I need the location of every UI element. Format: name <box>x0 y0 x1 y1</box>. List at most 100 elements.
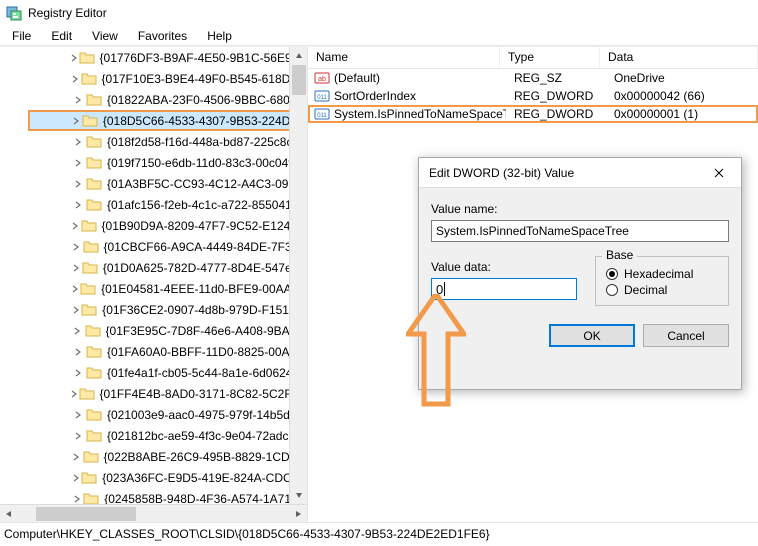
list-row[interactable]: ab(Default)REG_SZOneDrive <box>308 69 758 87</box>
list-row[interactable]: 011System.IsPinnedToNameSpaceTreeREG_DWO… <box>308 105 758 123</box>
row-name: System.IsPinnedToNameSpaceTree <box>334 107 506 121</box>
scroll-right-icon[interactable] <box>289 505 307 523</box>
chevron-right-icon[interactable] <box>70 285 80 293</box>
chevron-right-icon[interactable] <box>70 411 86 419</box>
tree-item[interactable]: {019f7150-e6db-11d0-83c3-00c04fd <box>0 152 307 173</box>
close-button[interactable] <box>697 158 741 188</box>
tree-item[interactable]: {01FA60A0-BBFF-11D0-8825-00A0C <box>0 341 307 362</box>
folder-icon <box>81 470 97 486</box>
row-data: OneDrive <box>606 71 758 85</box>
menu-favorites[interactable]: Favorites <box>128 27 197 45</box>
tree-item[interactable]: {01B90D9A-8209-47F7-9C52-E1244E <box>0 215 307 236</box>
tree-item-label: {01E04581-4EEE-11d0-BFE9-00AA00 <box>99 282 307 296</box>
tree-item-label: {01CBCF66-A9CA-4449-84DE-7F321 <box>102 240 307 254</box>
chevron-right-icon[interactable] <box>70 117 82 125</box>
reg-dword-icon: 011 <box>314 88 330 104</box>
scroll-up-icon[interactable] <box>290 47 308 65</box>
folder-icon <box>86 176 102 192</box>
value-name-input[interactable] <box>431 220 729 242</box>
tree-item[interactable]: {018f2d58-f16d-448a-bd87-225c8c5 <box>0 131 307 152</box>
col-type[interactable]: Type <box>500 47 600 68</box>
chevron-right-icon[interactable] <box>70 453 83 461</box>
tree-item[interactable]: {01A3BF5C-CC93-4C12-A4C3-09B0 <box>0 173 307 194</box>
tree-item[interactable]: {01822ABA-23F0-4506-9BBC-680F5 <box>0 89 307 110</box>
chevron-right-icon[interactable] <box>70 474 81 482</box>
tree-item[interactable]: {01D0A625-782D-4777-8D4E-547e64 <box>0 257 307 278</box>
menu-file[interactable]: File <box>2 27 41 45</box>
radio-icon <box>606 284 618 296</box>
scroll-left-icon[interactable] <box>0 505 18 523</box>
chevron-right-icon[interactable] <box>70 54 79 62</box>
col-data[interactable]: Data <box>600 47 758 68</box>
menu-help[interactable]: Help <box>197 27 242 45</box>
reg-dword-icon: 011 <box>314 106 330 122</box>
chevron-right-icon[interactable] <box>70 432 86 440</box>
base-group: Base Hexadecimal Decimal <box>595 256 729 306</box>
tree-item[interactable]: {01afc156-f2eb-4c1c-a722-8550417 <box>0 194 307 215</box>
tree-item-label: {01FF4E4B-8AD0-3171-8C82-5C2F48 <box>98 387 307 401</box>
scroll-down-icon[interactable] <box>290 486 308 504</box>
row-name: (Default) <box>334 71 506 85</box>
chevron-right-icon[interactable] <box>70 159 86 167</box>
folder-icon <box>81 71 97 87</box>
chevron-right-icon[interactable] <box>70 306 81 314</box>
chevron-right-icon[interactable] <box>70 327 85 335</box>
menu-edit[interactable]: Edit <box>41 27 82 45</box>
radio-hex[interactable]: Hexadecimal <box>606 267 718 281</box>
regedit-icon <box>6 5 22 21</box>
tree-item[interactable]: {01F36CE2-0907-4d8b-979D-F151BE <box>0 299 307 320</box>
chevron-right-icon[interactable] <box>70 264 82 272</box>
tree-item[interactable]: {01F3E95C-7D8F-46e6-A408-9BA5D <box>0 320 307 341</box>
tree-item[interactable]: {01FF4E4B-8AD0-3171-8C82-5C2F48 <box>0 383 307 404</box>
value-name-label: Value name: <box>431 202 729 216</box>
tree-vscroll[interactable] <box>289 47 307 504</box>
chevron-right-icon[interactable] <box>70 222 81 230</box>
folder-icon <box>85 323 101 339</box>
ok-button[interactable]: OK <box>549 324 635 347</box>
chevron-right-icon[interactable] <box>70 75 81 83</box>
tree-item-label: {01776DF3-B9AF-4E50-9B1C-56E931 <box>98 51 307 65</box>
tree-item-label: {022B8ABE-26C9-495B-8829-1CDD5 <box>102 450 307 464</box>
chevron-right-icon[interactable] <box>70 390 79 398</box>
tree-item[interactable]: {018D5C66-4533-4307-9B53-224DE2 <box>28 110 307 131</box>
folder-icon <box>86 134 102 150</box>
chevron-right-icon[interactable] <box>70 180 86 188</box>
radio-dec[interactable]: Decimal <box>606 283 718 297</box>
tree-item[interactable]: {01CBCF66-A9CA-4449-84DE-7F321 <box>0 236 307 257</box>
value-data-input[interactable]: 0 <box>431 278 577 300</box>
tree-item[interactable]: {017F10E3-B9E4-49F0-B545-618DE3 <box>0 68 307 89</box>
tree-item[interactable]: {01776DF3-B9AF-4E50-9B1C-56E931 <box>0 47 307 68</box>
tree-pane: {01776DF3-B9AF-4E50-9B1C-56E931 {017F10E3… <box>0 47 308 522</box>
tree-item[interactable]: {023A36FC-E9D5-419E-824A-CDC66 <box>0 467 307 488</box>
base-legend: Base <box>602 248 637 262</box>
dialog-title-bar[interactable]: Edit DWORD (32-bit) Value <box>419 158 741 188</box>
chevron-right-icon[interactable] <box>70 495 83 503</box>
tree-item-label: {021812bc-ae59-4f3c-9e04-72adc0a <box>105 429 304 443</box>
chevron-right-icon[interactable] <box>70 369 86 377</box>
chevron-right-icon[interactable] <box>70 138 86 146</box>
col-name[interactable]: Name <box>308 47 500 68</box>
tree-item[interactable]: {01fe4a1f-cb05-5c44-8a1e-6d06249 <box>0 362 307 383</box>
cancel-button[interactable]: Cancel <box>643 324 729 347</box>
tree-hscroll[interactable] <box>0 504 307 522</box>
edit-dword-dialog: Edit DWORD (32-bit) Value Value name: Va… <box>418 157 742 390</box>
chevron-right-icon[interactable] <box>70 201 86 209</box>
folder-icon <box>86 92 102 108</box>
svg-text:011: 011 <box>317 113 327 119</box>
folder-icon <box>86 365 102 381</box>
list-row[interactable]: 011SortOrderIndexREG_DWORD0x00000042 (66… <box>308 87 758 105</box>
tree-item-label: {023A36FC-E9D5-419E-824A-CDC66 <box>100 471 307 485</box>
chevron-right-icon[interactable] <box>70 243 83 251</box>
tree-item[interactable]: {01E04581-4EEE-11d0-BFE9-00AA00 <box>0 278 307 299</box>
tree-item-label: {01A3BF5C-CC93-4C12-A4C3-09B0 <box>105 177 305 191</box>
folder-icon <box>86 344 102 360</box>
row-data: 0x00000042 (66) <box>606 89 758 103</box>
tree-item-label: {01822ABA-23F0-4506-9BBC-680F5 <box>105 93 306 107</box>
chevron-right-icon[interactable] <box>70 96 86 104</box>
tree-item[interactable]: {022B8ABE-26C9-495B-8829-1CDD5 <box>0 446 307 467</box>
tree-item[interactable]: {021812bc-ae59-4f3c-9e04-72adc0a <box>0 425 307 446</box>
chevron-right-icon[interactable] <box>70 348 86 356</box>
menu-view[interactable]: View <box>82 27 128 45</box>
status-bar: Computer\HKEY_CLASSES_ROOT\CLSID\{018D5C… <box>0 522 758 544</box>
tree-item[interactable]: {021003e9-aac0-4975-979f-14b5d4e <box>0 404 307 425</box>
